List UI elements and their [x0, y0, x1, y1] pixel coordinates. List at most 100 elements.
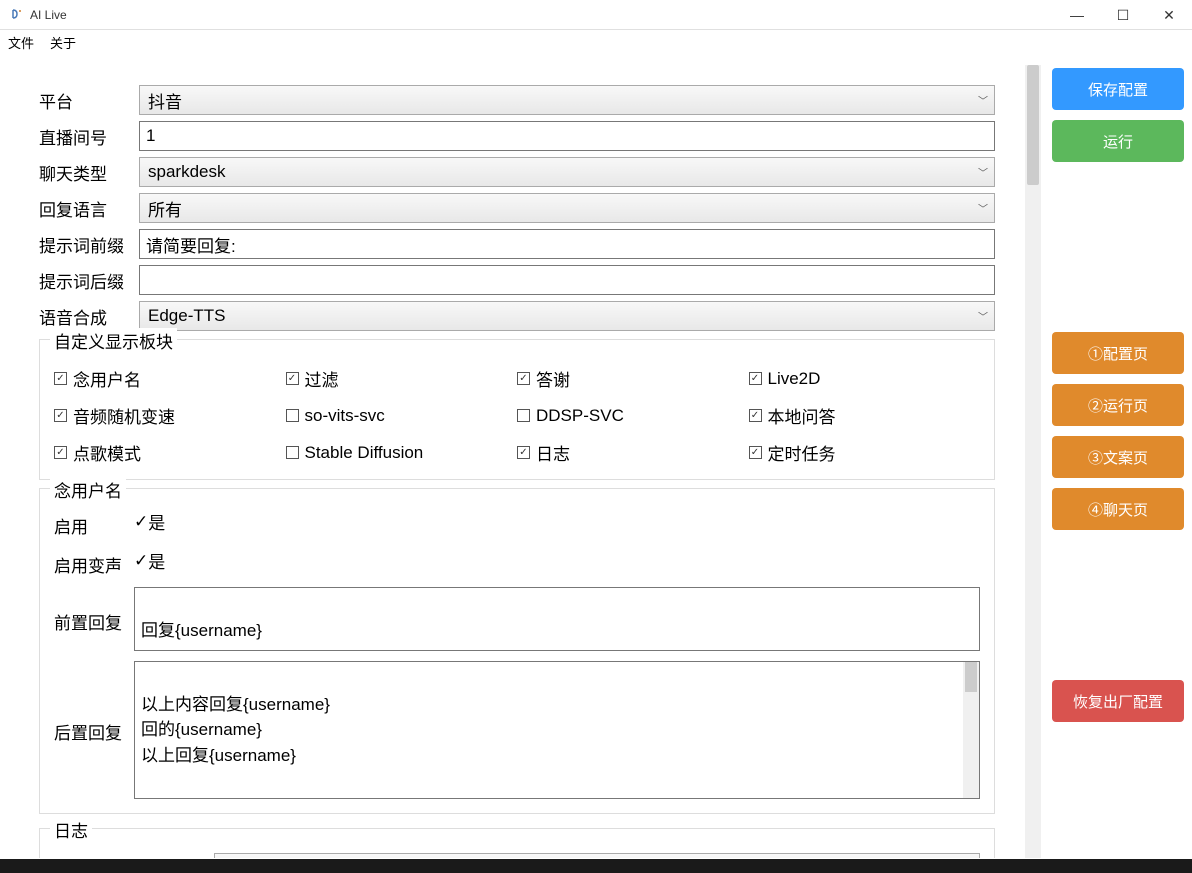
room-input[interactable]: [139, 121, 995, 151]
checkbox-item[interactable]: ✓ 本地问答: [749, 403, 981, 428]
checkbox-item[interactable]: ✓ Live2D: [749, 366, 981, 391]
checkbox-label: so-vits-svc: [305, 406, 385, 426]
chevron-down-icon: ﹀: [978, 93, 988, 108]
checkbox-label: 点歌模式: [73, 440, 141, 465]
checkbox-icon[interactable]: [286, 409, 299, 422]
reset-button[interactable]: 恢复出厂配置: [1052, 680, 1184, 722]
reply-lang-label: 回复语言: [39, 196, 139, 221]
checkbox-icon[interactable]: [517, 409, 530, 422]
enable-label: 启用: [54, 509, 134, 538]
page3-button[interactable]: ③文案页: [1052, 436, 1184, 478]
checkbox-item[interactable]: ✓ 念用户名: [54, 366, 286, 391]
username-group-title: 念用户名: [50, 477, 126, 502]
save-button[interactable]: 保存配置: [1052, 68, 1184, 110]
window-title: AI Live: [30, 8, 67, 22]
checkbox-icon[interactable]: ✓: [749, 372, 762, 385]
checkbox-label: 定时任务: [768, 440, 836, 465]
checkbox-icon[interactable]: ✓: [54, 409, 67, 422]
app-icon: [8, 7, 24, 23]
chat-type-value: sparkdesk: [148, 162, 225, 182]
page1-button[interactable]: ①配置页: [1052, 332, 1184, 374]
checkbox-icon[interactable]: ✓: [517, 446, 530, 459]
checkbox-label: DDSP-SVC: [536, 406, 624, 426]
textarea-scrollbar[interactable]: [963, 662, 979, 798]
menu-about[interactable]: 关于: [50, 33, 76, 52]
checkbox-icon[interactable]: [286, 446, 299, 459]
danmu-type-label: 弹幕日志类型: [54, 855, 214, 858]
custom-display-title: 自定义显示板块: [50, 328, 177, 353]
menu-bar: 文件 关于: [0, 30, 1192, 54]
maximize-button[interactable]: ☐: [1100, 0, 1146, 30]
scrollbar-thumb[interactable]: [1027, 65, 1039, 185]
right-panel: 保存配置 运行 ①配置页 ②运行页 ③文案页 ④聊天页 恢复出厂配置: [1052, 64, 1184, 859]
danmu-type-select[interactable]: 问答 ﹀: [214, 853, 980, 859]
chat-type-label: 聊天类型: [39, 160, 139, 185]
chevron-down-icon: ﹀: [978, 201, 988, 216]
chat-type-select[interactable]: sparkdesk ﹀: [139, 157, 995, 187]
reply-lang-value: 所有: [148, 196, 182, 221]
checkbox-label: 音频随机变速: [73, 403, 175, 428]
platform-select[interactable]: 抖音 ﹀: [139, 85, 995, 115]
prompt-prefix-input[interactable]: [139, 229, 995, 259]
chevron-down-icon: ﹀: [978, 309, 988, 324]
taskbar: [0, 859, 1192, 873]
chevron-down-icon: ﹀: [978, 165, 988, 180]
enable-yes: 是: [148, 509, 165, 534]
run-button[interactable]: 运行: [1052, 120, 1184, 162]
room-label: 直播间号: [39, 124, 139, 149]
platform-value: 抖音: [148, 88, 182, 113]
checkbox-icon[interactable]: ✓: [517, 372, 530, 385]
checkbox-item[interactable]: ✓ 点歌模式: [54, 440, 286, 465]
pre-reply-label: 前置回复: [54, 605, 134, 634]
pre-reply-value: 回复{username}: [141, 621, 262, 640]
checkbox-icon[interactable]: ✓: [749, 446, 762, 459]
reply-lang-select[interactable]: 所有 ﹀: [139, 193, 995, 223]
checkbox-label: Live2D: [768, 369, 821, 389]
checkbox-label: Stable Diffusion: [305, 443, 424, 463]
username-group: 念用户名 启用 ✓ 是 启用变声 ✓ 是 前置回复: [39, 488, 995, 814]
platform-label: 平台: [39, 88, 139, 113]
enable-checkbox[interactable]: ✓: [134, 512, 148, 532]
prompt-suffix-input[interactable]: [139, 265, 995, 295]
log-group: 日志 弹幕日志类型 问答 ﹀: [39, 828, 995, 859]
window-controls: — ☐ ✕: [1054, 0, 1192, 30]
custom-display-group: 自定义显示板块 ✓念用户名✓过滤✓答谢✓Live2D✓音频随机变速so-vits…: [39, 339, 995, 480]
checkbox-item[interactable]: ✓ 音频随机变速: [54, 403, 286, 428]
menu-file[interactable]: 文件: [8, 33, 34, 52]
tts-value: Edge-TTS: [148, 306, 225, 326]
close-button[interactable]: ✕: [1146, 0, 1192, 30]
pre-reply-textarea[interactable]: 回复{username}: [134, 587, 980, 651]
page2-button[interactable]: ②运行页: [1052, 384, 1184, 426]
checkbox-item[interactable]: ✓ 定时任务: [749, 440, 981, 465]
minimize-button[interactable]: —: [1054, 0, 1100, 30]
checkbox-icon[interactable]: ✓: [749, 409, 762, 422]
voice-change-checkbox[interactable]: ✓: [134, 551, 148, 571]
checkbox-item[interactable]: ✓ 过滤: [286, 366, 518, 391]
post-reply-value: 以上内容回复{username} 回的{username} 以上回复{usern…: [141, 695, 330, 765]
checkbox-label: 日志: [536, 440, 570, 465]
checkbox-item[interactable]: ✓ 日志: [517, 440, 749, 465]
checkbox-icon[interactable]: ✓: [54, 372, 67, 385]
prompt-prefix-label: 提示词前缀: [39, 232, 139, 257]
checkbox-icon[interactable]: ✓: [286, 372, 299, 385]
post-reply-textarea[interactable]: 以上内容回复{username} 回的{username} 以上回复{usern…: [134, 661, 980, 799]
checkbox-item[interactable]: ✓ 答谢: [517, 366, 749, 391]
checkbox-label: 答谢: [536, 366, 570, 391]
checkbox-item[interactable]: Stable Diffusion: [286, 440, 518, 465]
prompt-suffix-label: 提示词后缀: [39, 268, 139, 293]
log-group-title: 日志: [50, 817, 92, 842]
post-reply-label: 后置回复: [54, 715, 134, 744]
checkbox-item[interactable]: so-vits-svc: [286, 403, 518, 428]
checkbox-icon[interactable]: ✓: [54, 446, 67, 459]
main-scroll-pane: 平台 抖音 ﹀ 直播间号 聊天类型 sparkdesk: [8, 64, 1042, 859]
checkbox-label: 过滤: [305, 366, 339, 391]
tts-label: 语音合成: [39, 304, 139, 329]
tts-select[interactable]: Edge-TTS ﹀: [139, 301, 995, 331]
checkbox-label: 本地问答: [768, 403, 836, 428]
title-bar: AI Live: [0, 0, 1192, 30]
checkbox-item[interactable]: DDSP-SVC: [517, 403, 749, 428]
checkbox-label: 念用户名: [73, 366, 141, 391]
voice-change-label: 启用变声: [54, 548, 134, 577]
page4-button[interactable]: ④聊天页: [1052, 488, 1184, 530]
vertical-scrollbar[interactable]: [1025, 65, 1041, 858]
